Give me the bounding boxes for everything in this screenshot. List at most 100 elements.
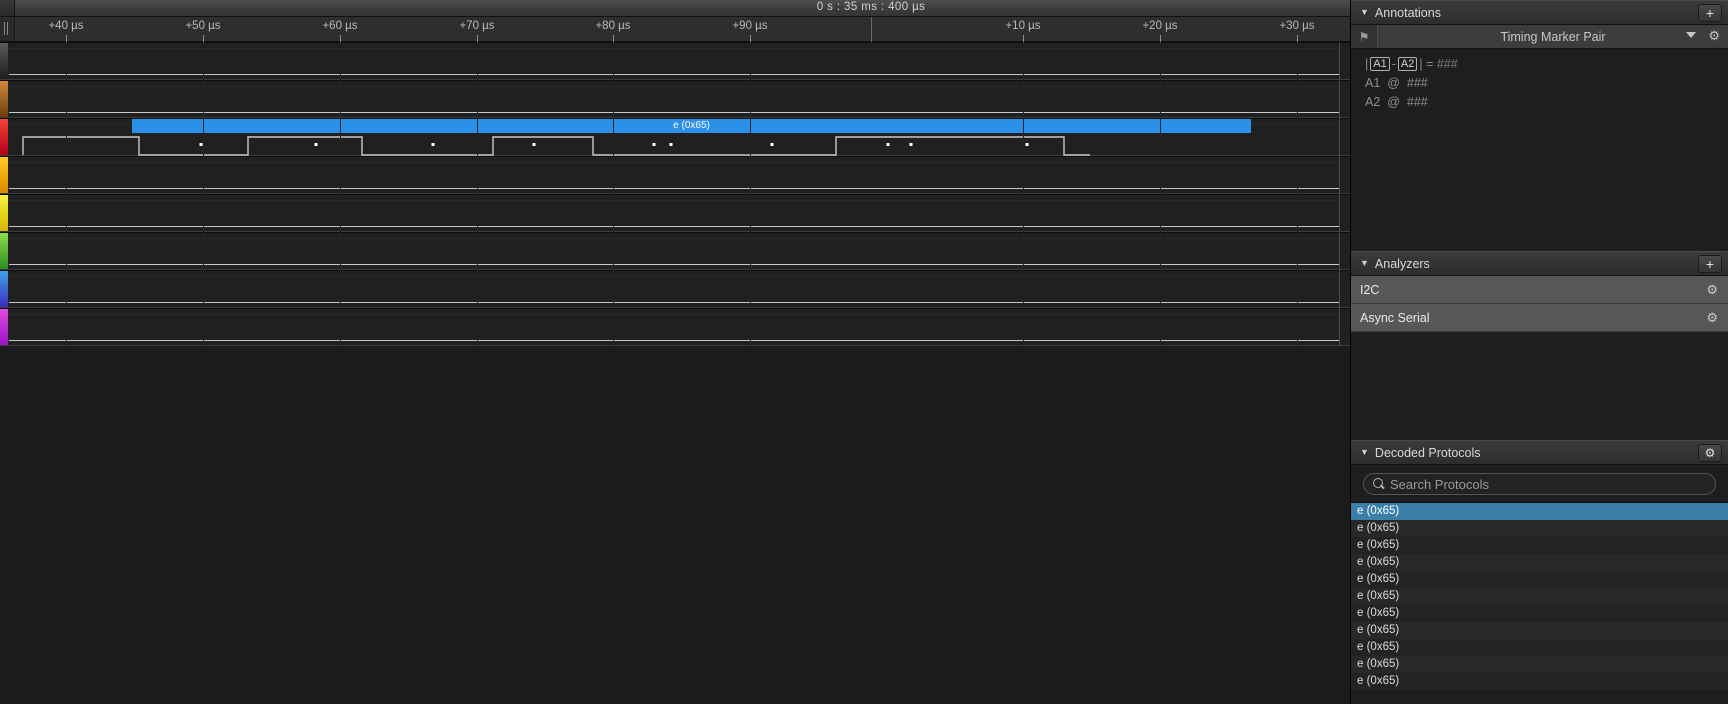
waveform-right-edge <box>1339 42 1340 346</box>
channel-track[interactable] <box>9 81 1340 117</box>
decoded-protocols-body: e (0x65)e (0x65)e (0x65)e (0x65)e (0x65)… <box>1351 465 1728 690</box>
waveform-gridline <box>203 42 204 346</box>
ruler-grip[interactable] <box>0 17 15 41</box>
channel-track[interactable] <box>9 233 1340 269</box>
ruler-tick-mark <box>340 35 341 42</box>
channel-top-rule <box>9 238 1340 239</box>
marker-a1-value: ### <box>1406 76 1428 90</box>
protocol-list-item[interactable]: e (0x65) <box>1351 673 1728 690</box>
waveform-gridline <box>1023 42 1024 346</box>
protocol-list-item[interactable]: e (0x65) <box>1351 520 1728 537</box>
gear-icon[interactable]: ⚙ <box>1708 28 1720 44</box>
ruler-tick-label: +30 µs <box>1279 20 1315 32</box>
analyzer-name: Async Serial <box>1360 310 1430 325</box>
analyzer-name: I2C <box>1360 282 1380 297</box>
delta-suffix: | <box>1419 57 1423 71</box>
timing-marker-pair-select[interactable]: Timing Marker Pair ⚙ <box>1377 25 1728 48</box>
ruler-tick-label: +90 µs <box>732 20 768 32</box>
protocol-list-item[interactable]: e (0x65) <box>1351 656 1728 673</box>
time-readout-bar: 0 s : 35 ms : 400 µs <box>0 0 1350 17</box>
ruler-tick-label: +70 µs <box>459 20 495 32</box>
channel-idle-signal <box>9 339 1340 341</box>
protocol-list-item[interactable]: e (0x65) <box>1351 554 1728 571</box>
logic-analyzer-window: 0 s : 35 ms : 400 µs +40 µs +50 µs +60 µs +… <box>0 0 1728 704</box>
gear-icon[interactable]: ⚙ <box>1706 310 1718 326</box>
ruler-tick-mark <box>477 35 478 42</box>
ruler-tick-label: +60 µs <box>322 20 358 32</box>
protocol-list-item[interactable]: e (0x65) <box>1351 639 1728 656</box>
digital-waveform <box>22 136 1090 156</box>
analyzers-body: I2C ⚙ Async Serial ⚙ <box>1351 276 1728 440</box>
decoded-protocols-settings-button[interactable]: ⚙ <box>1698 444 1722 462</box>
delta-value: ### <box>1436 57 1458 71</box>
time-ruler[interactable]: +40 µs +50 µs +60 µs +70 µs +80 µs +90 µs +10 … <box>0 17 1350 42</box>
sidebar: ▼ Annotations + ⚑ Timing Marker Pair ⚙ |… <box>1350 0 1728 704</box>
collapse-caret-icon[interactable]: ▼ <box>1360 259 1369 268</box>
ruler-tick-mark <box>1023 35 1024 42</box>
marker-a2-row: A2 @ ### <box>1351 93 1728 112</box>
collapse-caret-icon[interactable]: ▼ <box>1360 448 1369 457</box>
channel-track[interactable] <box>9 195 1340 231</box>
channel-track[interactable] <box>9 309 1340 345</box>
annotations-panel-header[interactable]: ▼ Annotations + <box>1351 0 1728 25</box>
protocol-list-item[interactable]: e (0x65) <box>1351 537 1728 554</box>
chevron-down-icon[interactable] <box>1686 32 1696 38</box>
channel-top-rule <box>9 48 1340 49</box>
marker-a2-key[interactable]: A2 <box>1397 57 1418 71</box>
search-box[interactable] <box>1363 473 1716 495</box>
ruler-tick-mark <box>750 35 751 42</box>
marker-dash: - <box>1391 57 1396 71</box>
channel-track[interactable]: e (0x65) <box>9 119 1340 156</box>
protocol-list-item[interactable]: e (0x65) <box>1351 571 1728 588</box>
add-analyzer-button[interactable]: + <box>1698 255 1722 273</box>
timing-marker-row: ⚑ Timing Marker Pair ⚙ <box>1351 25 1728 49</box>
gear-icon[interactable]: ⚙ <box>1706 282 1718 298</box>
protocol-list-item[interactable]: e (0x65) <box>1351 503 1728 520</box>
channel-idle-signal <box>9 301 1340 303</box>
search-wrapper <box>1351 465 1728 502</box>
analyzer-row[interactable]: Async Serial ⚙ <box>1351 304 1728 332</box>
ruler-tick-label: +50 µs <box>185 20 221 32</box>
marker-a2-name: A2 <box>1365 95 1381 109</box>
channel-top-rule <box>9 200 1340 201</box>
channel-top-rule <box>9 276 1340 277</box>
analyzer-row[interactable]: I2C ⚙ <box>1351 276 1728 304</box>
waveform-gridline <box>340 42 341 346</box>
channel-color-indicator <box>0 271 8 307</box>
channel-color-indicator <box>0 81 8 117</box>
channel-top-rule <box>9 162 1340 163</box>
decoded-protocols-panel-header[interactable]: ▼ Decoded Protocols ⚙ <box>1351 440 1728 465</box>
protocol-list-item[interactable]: e (0x65) <box>1351 622 1728 639</box>
ruler-tick-label: +10 µs <box>1005 20 1041 32</box>
channel-color-indicator <box>0 233 8 269</box>
add-annotation-button[interactable]: + <box>1698 4 1722 22</box>
protocol-list-item[interactable]: e (0x65) <box>1351 605 1728 622</box>
decoded-protocol-bubble[interactable]: e (0x65) <box>132 119 1251 133</box>
protocol-list-item[interactable]: e (0x65) <box>1351 588 1728 605</box>
marker-a1-at: @ <box>1387 76 1400 90</box>
search-input[interactable] <box>1388 475 1715 493</box>
marker-a1-key[interactable]: A1 <box>1370 57 1390 71</box>
search-icon <box>1373 478 1383 488</box>
channel-color-indicator <box>0 309 8 345</box>
annotations-title: Annotations <box>1374 5 1441 20</box>
channel-track[interactable] <box>9 43 1340 79</box>
decoded-protocols-title: Decoded Protocols <box>1374 445 1481 460</box>
waveform-gridline <box>750 42 751 346</box>
ruler-tick-mark <box>1297 35 1298 42</box>
channel-track[interactable] <box>9 157 1340 193</box>
timebar-handle[interactable] <box>0 0 15 16</box>
delta-equals: = <box>1426 57 1434 71</box>
marker-a1-name: A1 <box>1365 76 1381 90</box>
waveform-gridline <box>1297 42 1298 346</box>
waveform-area: 0 s : 35 ms : 400 µs +40 µs +50 µs +60 µs +… <box>0 0 1350 704</box>
channel-idle-signal <box>9 187 1340 189</box>
timing-marker-pair-label: Timing Marker Pair <box>1500 29 1606 44</box>
ruler-tick-mark <box>613 35 614 42</box>
channel-track[interactable] <box>9 271 1340 307</box>
ruler-tick-mark <box>66 35 67 42</box>
analyzers-panel-header[interactable]: ▼ Analyzers + <box>1351 251 1728 276</box>
protocol-result-list[interactable]: e (0x65) e (0x65) e (0x65) e (0x65) e (0x65)… <box>1351 502 1728 690</box>
marker-a2-at: @ <box>1387 95 1400 109</box>
collapse-caret-icon[interactable]: ▼ <box>1360 8 1369 17</box>
